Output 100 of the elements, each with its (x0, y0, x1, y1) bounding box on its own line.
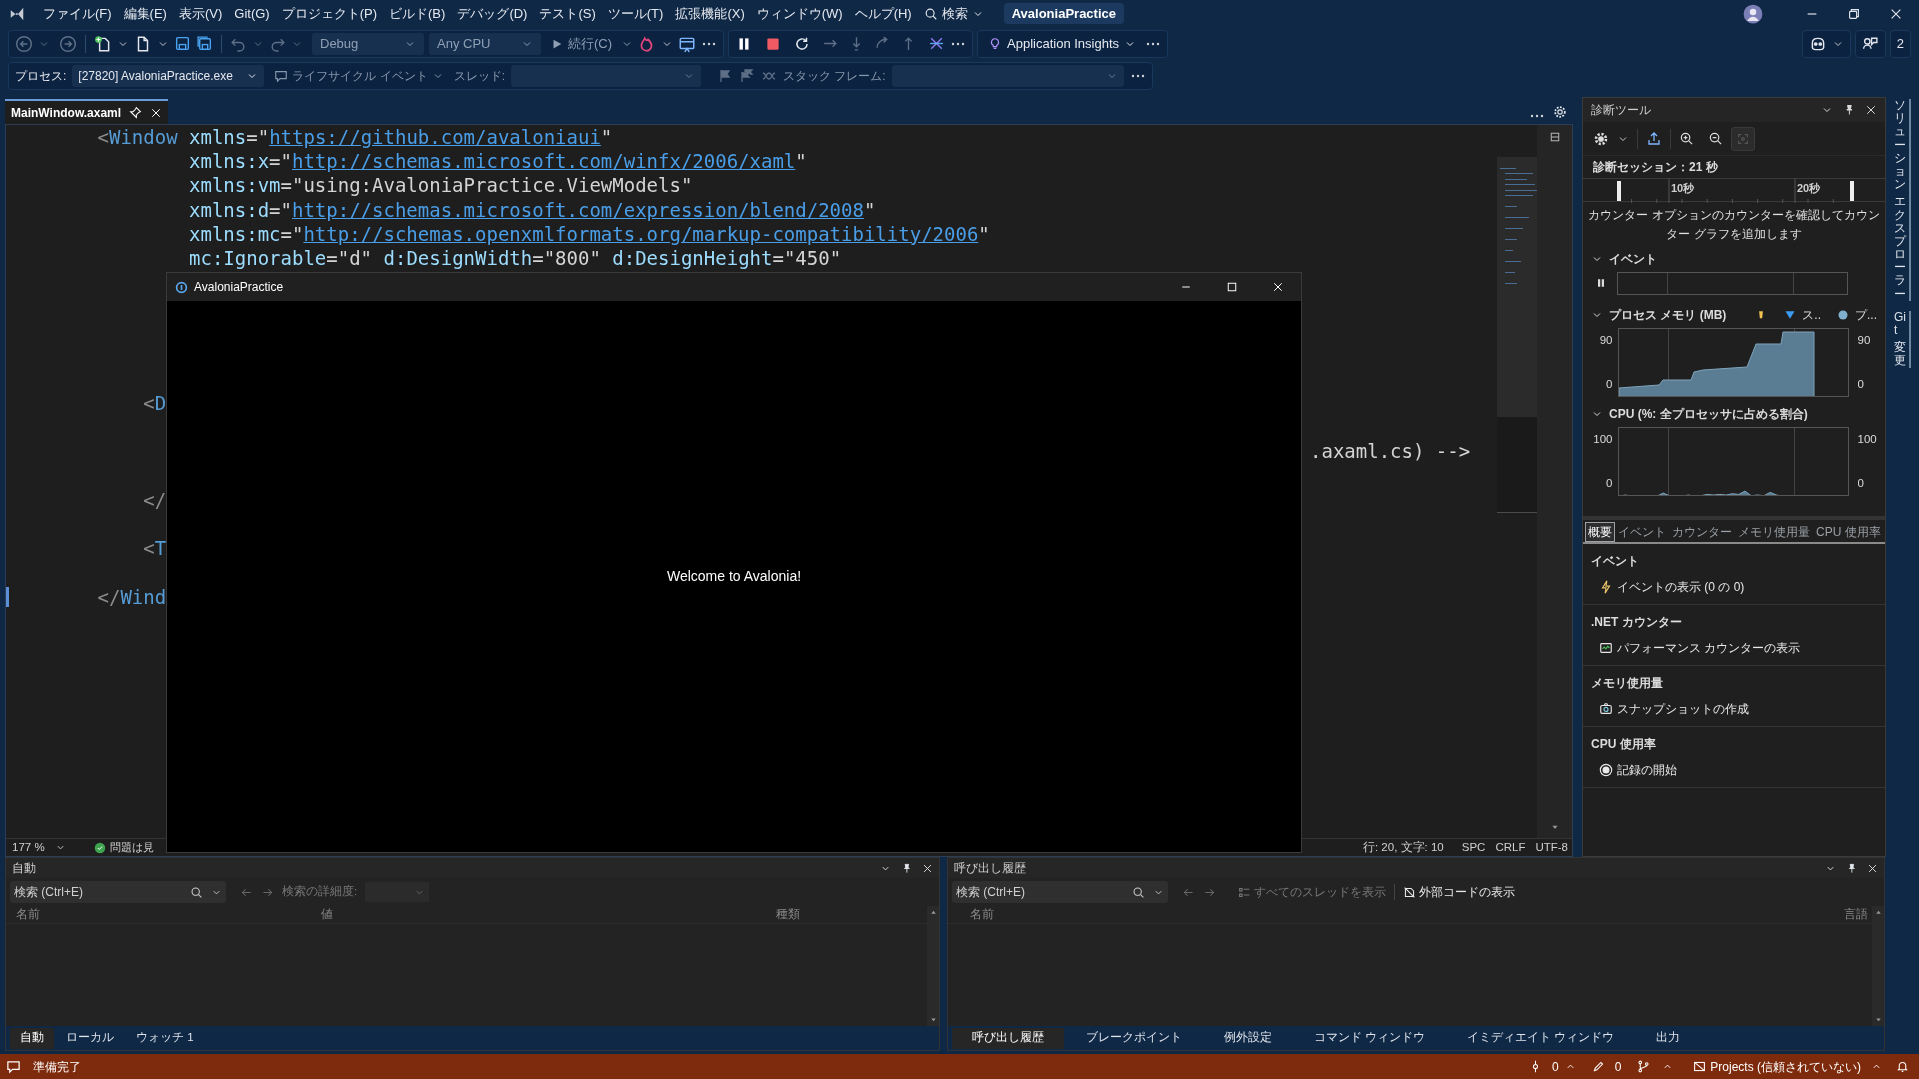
menu-item[interactable]: Git(G) (228, 1, 276, 26)
search-button[interactable]: 検索 (917, 1, 990, 26)
side-tab[interactable]: ソリューション エクスプローラー (1894, 99, 1911, 301)
vertical-scrollbar[interactable] (1537, 125, 1572, 838)
continue-button[interactable]: 続行(C) (546, 32, 617, 55)
avatar-icon[interactable] (1743, 3, 1763, 24)
side-tab[interactable]: Git 変更 (1894, 310, 1911, 368)
zoom-out-icon[interactable] (1708, 131, 1723, 146)
cursor-position[interactable]: 行: 20, 文字: 10 (1362, 838, 1444, 857)
close-icon[interactable] (1867, 862, 1878, 874)
menu-item[interactable]: プロジェクト(P) (275, 1, 384, 26)
menu-item[interactable]: ヘルプ(H) (848, 1, 918, 26)
panel-tab[interactable]: 呼び出し履歴 (952, 1027, 1064, 1049)
diagnostics-tab[interactable]: カウンター (1669, 522, 1735, 542)
pin-icon[interactable] (901, 862, 912, 874)
code-link[interactable]: http://schemas.microsoft.com/expression/blend/2008 (292, 198, 864, 221)
column-header[interactable]: 値 (321, 905, 776, 924)
vertical-scrollbar[interactable] (927, 906, 939, 1026)
maximize-icon[interactable] (1226, 281, 1238, 293)
up-arrow-icon[interactable] (1873, 908, 1883, 917)
reset-zoom-button[interactable] (1731, 126, 1755, 151)
back-icon[interactable] (15, 34, 33, 53)
export-icon[interactable] (1646, 130, 1662, 147)
menu-item[interactable]: 表示(V) (172, 1, 229, 26)
down-arrow-icon[interactable] (1873, 1015, 1883, 1024)
close-icon[interactable] (922, 862, 933, 874)
menu-item[interactable]: ファイル(F) (37, 1, 118, 26)
panel-tab[interactable]: 出力 (1636, 1027, 1701, 1049)
menu-item[interactable]: ビルド(B) (383, 1, 452, 26)
notification-count[interactable]: 2 (1889, 29, 1911, 58)
summary-action[interactable]: イベントの表示 (0 の 0) (1591, 576, 1745, 598)
gear-icon[interactable] (1593, 130, 1609, 147)
code-link[interactable]: http://schemas.openxmlformats.org/markup-compatibility/2006 (303, 222, 979, 245)
pencil-icon[interactable] (1591, 1060, 1605, 1073)
panel-tab[interactable]: 例外設定 (1204, 1027, 1292, 1049)
line-ending[interactable]: CRLF (1495, 838, 1526, 857)
forward-icon[interactable] (59, 34, 77, 53)
commit-count[interactable]: 0 (1551, 1057, 1559, 1076)
encoding[interactable]: UTF-8 (1535, 838, 1568, 857)
timeline-ruler[interactable]: 10秒 20秒 (1583, 178, 1885, 202)
new-item-icon[interactable] (94, 34, 112, 53)
panel-tab[interactable]: ブレークポイント (1066, 1027, 1202, 1049)
down-arrow-icon[interactable] (928, 1015, 938, 1024)
flag-icon[interactable] (739, 68, 756, 84)
vertical-scrollbar[interactable] (1872, 906, 1884, 1026)
panel-tab[interactable]: 自動 (10, 1027, 54, 1049)
zoom-dropdown[interactable]: 177 % (6, 839, 72, 856)
search-field[interactable]: 検索 (Ctrl+E) (10, 881, 226, 903)
configuration-dropdown[interactable]: Debug (312, 32, 424, 55)
bell-icon[interactable] (1896, 1060, 1909, 1073)
menu-item[interactable]: 拡張機能(X) (669, 1, 751, 26)
column-header[interactable]: 種類 (776, 905, 800, 924)
panel-tab[interactable]: ウォッチ 1 (126, 1027, 204, 1049)
split-icon[interactable] (1548, 131, 1561, 143)
close-icon[interactable] (1865, 104, 1877, 116)
summary-action[interactable]: パフォーマンス カウンターの表示 (1591, 637, 1801, 659)
range-marker[interactable] (1617, 181, 1621, 201)
diagnostics-tab[interactable]: CPU 使用率 (1813, 522, 1884, 542)
memory-chart[interactable] (1618, 328, 1850, 397)
editor-tab[interactable]: MainWindow.axaml (5, 99, 169, 124)
restore-icon[interactable] (1847, 6, 1861, 21)
summary-action[interactable]: 記録の開始 (1591, 759, 1677, 781)
save-all-icon[interactable] (196, 35, 213, 52)
project-status[interactable]: Projects (信頼されていない) (1693, 1057, 1861, 1076)
feedback-icon[interactable] (6, 1059, 21, 1074)
panel-tab[interactable]: イミディエイト ウィンドウ (1447, 1027, 1635, 1049)
diagnostics-tab[interactable]: イベント (1615, 522, 1669, 542)
share-icon[interactable] (1861, 35, 1879, 52)
panel-tab[interactable]: コマンド ウィンドウ (1294, 1027, 1446, 1049)
lifecycle-events-button[interactable]: ライフサイクル イベント (270, 65, 448, 87)
pin-icon[interactable] (1843, 104, 1855, 116)
show-threads-button[interactable]: すべてのスレッドを表示 (1238, 883, 1386, 901)
cpu-chart[interactable] (1618, 427, 1850, 496)
zoom-in-icon[interactable] (1679, 131, 1694, 146)
platform-dropdown[interactable]: Any CPU (429, 32, 541, 55)
external-code-button[interactable]: 外部コードの表示 (1403, 883, 1515, 901)
search-field[interactable]: 検索 (Ctrl+E) (952, 881, 1168, 903)
branch-icon[interactable] (1637, 1060, 1651, 1073)
summary-action[interactable]: スナップショットの作成 (1591, 698, 1749, 720)
event-track[interactable] (1617, 271, 1848, 295)
menu-item[interactable]: 編集(E) (117, 1, 173, 26)
menu-item[interactable]: ウィンドウ(W) (750, 1, 849, 26)
diagnostics-tab[interactable]: メモリ使用量 (1735, 522, 1813, 542)
save-icon[interactable] (174, 35, 191, 52)
gear-icon[interactable] (1553, 105, 1567, 119)
change-count[interactable]: 0 (1614, 1057, 1622, 1076)
insights-button[interactable]: Application Insights (984, 32, 1141, 55)
code-link[interactable]: https://github.com/avaloniaui (269, 126, 601, 148)
indent-mode[interactable]: SPC (1461, 838, 1486, 857)
column-header[interactable]: 名前 (16, 905, 321, 924)
panel-tab[interactable]: ローカル (56, 1027, 124, 1049)
code-link[interactable]: http://schemas.microsoft.com/winfx/2006/xaml (292, 150, 796, 173)
process-dropdown[interactable]: [27820] AvaloniaPractice.exe (72, 65, 265, 87)
menu-item[interactable]: デバッグ(D) (451, 1, 534, 26)
up-arrow-icon[interactable] (928, 908, 938, 917)
pin-icon[interactable] (1846, 862, 1857, 874)
menu-item[interactable]: ツール(T) (601, 1, 670, 26)
column-header[interactable]: 名前 (970, 905, 1844, 924)
column-header[interactable]: 言語 (1844, 905, 1868, 924)
pause-icon[interactable] (1595, 277, 1607, 289)
